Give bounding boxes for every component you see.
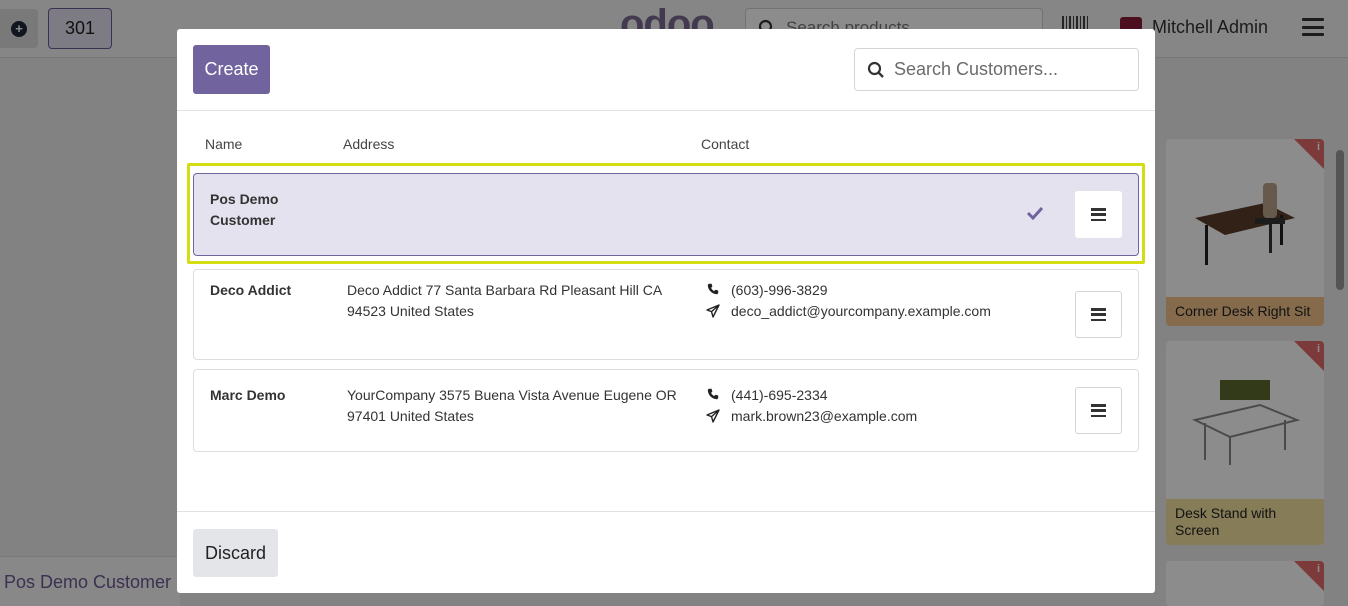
search-customers-input[interactable] <box>894 59 1124 80</box>
paper-plane-icon <box>705 301 721 318</box>
customer-email: mark.brown23@example.com <box>731 408 918 424</box>
search-icon <box>867 61 884 78</box>
customer-list-dialog: Create Name Address Contact Pos Demo Cus… <box>177 29 1155 593</box>
customer-row-deco-addict[interactable]: Deco Addict Deco Addict 77 Santa Barbara… <box>193 269 1139 360</box>
discard-button[interactable]: Discard <box>193 529 278 577</box>
customer-address: Deco Addict 77 Santa Barbara Rd Pleasant… <box>347 282 662 319</box>
customer-phone: (441)-695-2334 <box>731 387 828 403</box>
customer-name: Marc Demo <box>210 387 286 403</box>
customer-row-pos-demo-customer[interactable]: Pos Demo Customer <box>193 173 1139 256</box>
column-header-contact: Contact <box>701 136 750 152</box>
dialog-footer: Discard <box>177 511 1155 593</box>
dialog-header: Create <box>177 29 1155 111</box>
customer-details-button[interactable] <box>1075 387 1122 434</box>
bars-icon <box>1091 208 1106 221</box>
phone-icon <box>705 280 721 295</box>
customer-contact: (441)-695-2334 mark.brown23@example.com <box>705 385 1025 427</box>
customer-details-button[interactable] <box>1075 191 1122 238</box>
customer-name: Deco Addict <box>210 282 292 298</box>
customer-row-marc-demo[interactable]: Marc Demo YourCompany 3575 Buena Vista A… <box>193 369 1139 452</box>
paper-plane-icon <box>705 406 721 423</box>
customer-phone: (603)-996-3829 <box>731 282 828 298</box>
column-header-address: Address <box>343 136 395 152</box>
customer-contact: (603)-996-3829 deco_addict@yourcompany.e… <box>705 280 1025 322</box>
customer-email: deco_addict@yourcompany.example.com <box>731 303 991 319</box>
column-header-name: Name <box>205 136 243 152</box>
phone-icon <box>705 385 721 400</box>
customer-address: YourCompany 3575 Buena Vista Avenue Euge… <box>347 387 677 424</box>
bars-icon <box>1091 308 1106 321</box>
check-icon <box>1026 206 1044 220</box>
create-customer-button[interactable]: Create <box>193 45 270 94</box>
search-customers-field[interactable] <box>854 48 1139 91</box>
bars-icon <box>1091 404 1106 417</box>
customer-details-button[interactable] <box>1075 291 1122 338</box>
customer-name: Pos Demo Customer <box>210 191 279 228</box>
